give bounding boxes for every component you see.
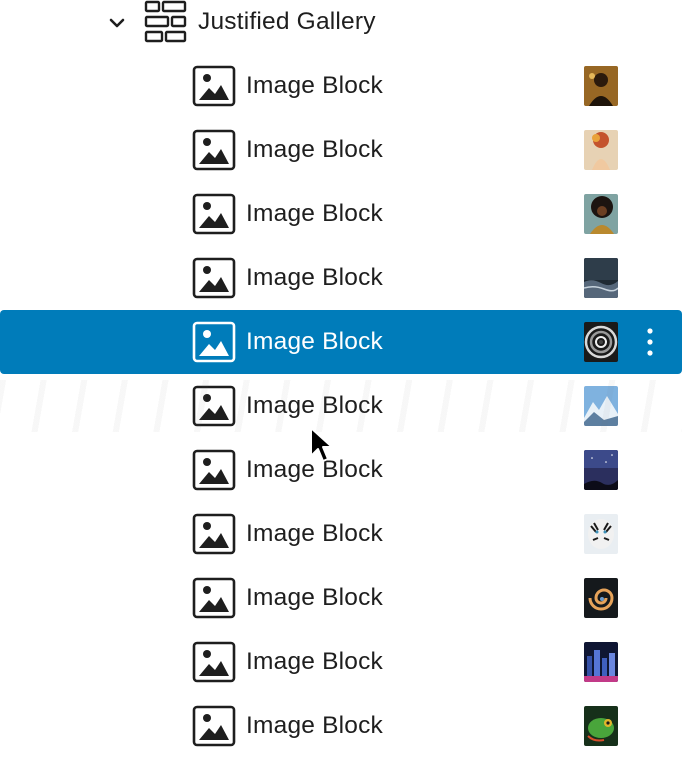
image-thumbnail — [584, 130, 618, 170]
image-icon — [192, 193, 236, 235]
list-view-item-image-block[interactable]: Image Block — [0, 566, 682, 630]
more-vertical-icon[interactable] — [638, 324, 662, 360]
image-icon — [192, 449, 236, 491]
image-thumbnail — [584, 66, 618, 106]
list-view-item-label: Image Block — [246, 648, 384, 675]
image-thumbnail — [584, 258, 618, 298]
list-view-item-label: Image Block — [246, 72, 384, 99]
image-icon — [192, 257, 236, 299]
gallery-icon — [144, 0, 187, 43]
list-view-item-image-block[interactable]: Image Block — [0, 502, 682, 566]
list-view-item-image-block[interactable]: Image Block — [0, 118, 682, 182]
list-view-item-image-block[interactable]: Image Block — [0, 246, 682, 310]
list-view-item-image-block[interactable]: Image Block — [0, 694, 682, 758]
image-icon — [192, 577, 236, 619]
list-view: Justified Gallery Image Block Image Block… — [0, 0, 688, 768]
chevron-down-icon[interactable] — [106, 12, 128, 34]
list-view-item-label: Image Block — [246, 712, 384, 739]
image-thumbnail — [584, 514, 618, 554]
image-thumbnail — [584, 450, 618, 490]
image-thumbnail — [584, 194, 618, 234]
list-view-item-image-block[interactable]: Image Block — [0, 182, 682, 246]
list-view-item-label: Image Block — [246, 328, 384, 355]
drag-ghost — [0, 380, 682, 432]
image-thumbnail — [584, 642, 618, 682]
image-thumbnail — [584, 322, 618, 362]
list-view-item-label: Image Block — [246, 264, 384, 291]
list-view-item-image-block[interactable]: Image Block — [0, 438, 682, 502]
image-icon — [192, 513, 236, 555]
image-thumbnail — [584, 578, 618, 618]
list-view-item-label: Image Block — [246, 456, 384, 483]
list-view-item-justified-gallery[interactable]: Justified Gallery — [0, 0, 682, 54]
list-view-item-label: Image Block — [246, 584, 384, 611]
list-view-item-label: Image Block — [246, 200, 384, 227]
image-icon — [192, 321, 236, 363]
list-view-item-label: Justified Gallery — [198, 8, 376, 35]
list-view-item-label: Image Block — [246, 520, 384, 547]
list-view-item-image-block[interactable]: Image Block — [0, 630, 682, 694]
list-view-item-label: Image Block — [246, 136, 384, 163]
image-icon — [192, 129, 236, 171]
image-icon — [192, 705, 236, 747]
image-icon — [192, 641, 236, 683]
list-view-item-image-block[interactable]: Image Block — [0, 310, 682, 374]
image-icon — [192, 65, 236, 107]
list-view-item-image-block[interactable]: Image Block — [0, 54, 682, 118]
image-thumbnail — [584, 706, 618, 746]
